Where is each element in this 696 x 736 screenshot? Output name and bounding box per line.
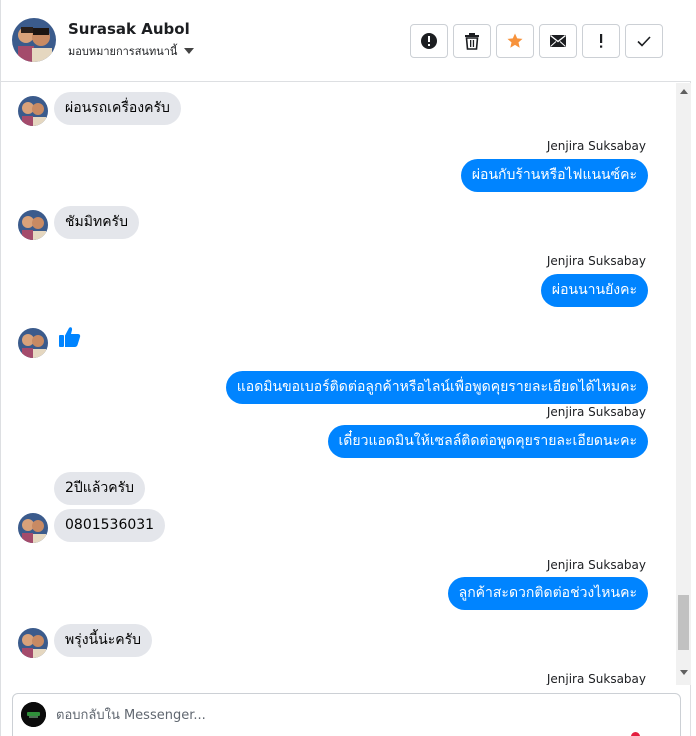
check-icon: [637, 36, 651, 47]
message-bubble-outgoing[interactable]: เดี๋ยวแอดมินให้เซลล์ติดต่อพูดคุยรายละเอี…: [327, 425, 648, 458]
like-reaction-message[interactable]: [58, 325, 82, 354]
message-bubble-incoming[interactable]: ผ่อนรถเครื่องครับ: [54, 92, 181, 125]
contact-avatar-small[interactable]: [18, 210, 48, 240]
mark-spam-button[interactable]: [410, 24, 448, 58]
notification-dot: [631, 732, 640, 736]
message-bubble-incoming[interactable]: ชัมมิทครับ: [54, 206, 139, 239]
scrollbar-thumb[interactable]: [678, 595, 689, 650]
conversation-actions: [410, 24, 663, 58]
message-bubble-incoming[interactable]: 0801536031: [54, 509, 166, 542]
delete-button[interactable]: [453, 24, 491, 58]
reply-input[interactable]: [56, 704, 616, 726]
sender-name: Jenjira Suksabay: [546, 139, 646, 153]
thumbs-up-icon: [59, 327, 81, 347]
assign-conversation-dropdown[interactable]: มอบหมายการสนทนานี้: [68, 42, 195, 60]
sender-name: Jenjira Suksabay: [546, 558, 646, 572]
message-bubble-outgoing[interactable]: ผ่อนนานยังคะ: [540, 274, 648, 307]
contact-avatar[interactable]: [12, 18, 56, 62]
messenger-conversation-panel: Surasak Aubol มอบหมายการสนทนานี้ ผ่อนรถเ…: [0, 0, 691, 736]
sender-name: Jenjira Suksabay: [546, 672, 646, 685]
star-icon: [507, 33, 523, 48]
alert-circle-icon: [421, 33, 437, 49]
conversation-header: Surasak Aubol มอบหมายการสนทนานี้: [1, 0, 691, 82]
message-bubble-outgoing[interactable]: ลูกค้าสะดวกติดต่อช่วงไหนคะ: [447, 577, 648, 610]
contact-avatar-small[interactable]: [18, 328, 48, 358]
trash-icon: [465, 33, 479, 50]
message-bubble-incoming[interactable]: พรุ่งนี้น่ะครับ: [54, 624, 153, 657]
contact-name[interactable]: Surasak Aubol: [68, 20, 190, 38]
assign-label: มอบหมายการสนทนานี้: [68, 45, 178, 58]
message-bubble-incoming[interactable]: 2ปีแล้วครับ: [54, 472, 146, 505]
sender-name: Jenjira Suksabay: [546, 405, 646, 419]
message-thread: ผ่อนรถเครื่องครับ Jenjira Suksabay ผ่อนก…: [2, 83, 676, 685]
thread-scrollbar[interactable]: [676, 83, 691, 685]
contact-avatar-small[interactable]: [18, 96, 48, 126]
reply-composer: [12, 693, 681, 736]
mark-unread-button[interactable]: [539, 24, 577, 58]
scroll-up-arrow-icon[interactable]: [680, 89, 688, 94]
message-bubble-outgoing[interactable]: แอดมินขอเบอร์ติดต่อลูกค้าหรือไลน์เพื่อพู…: [225, 371, 648, 404]
sender-name: Jenjira Suksabay: [546, 254, 646, 268]
envelope-icon: [550, 34, 566, 47]
mark-done-button[interactable]: [625, 24, 663, 58]
scroll-down-arrow-icon[interactable]: [680, 670, 688, 675]
star-button[interactable]: [496, 24, 534, 58]
message-bubble-outgoing[interactable]: ผ่อนกับร้านหรือไฟแนนซ์คะ: [460, 159, 648, 192]
caret-down-icon: [184, 48, 195, 54]
contact-avatar-small[interactable]: [18, 513, 48, 543]
exclamation-icon: [600, 34, 603, 48]
follow-up-button[interactable]: [582, 24, 620, 58]
page-avatar: [21, 702, 46, 727]
contact-avatar-small[interactable]: [18, 628, 48, 658]
